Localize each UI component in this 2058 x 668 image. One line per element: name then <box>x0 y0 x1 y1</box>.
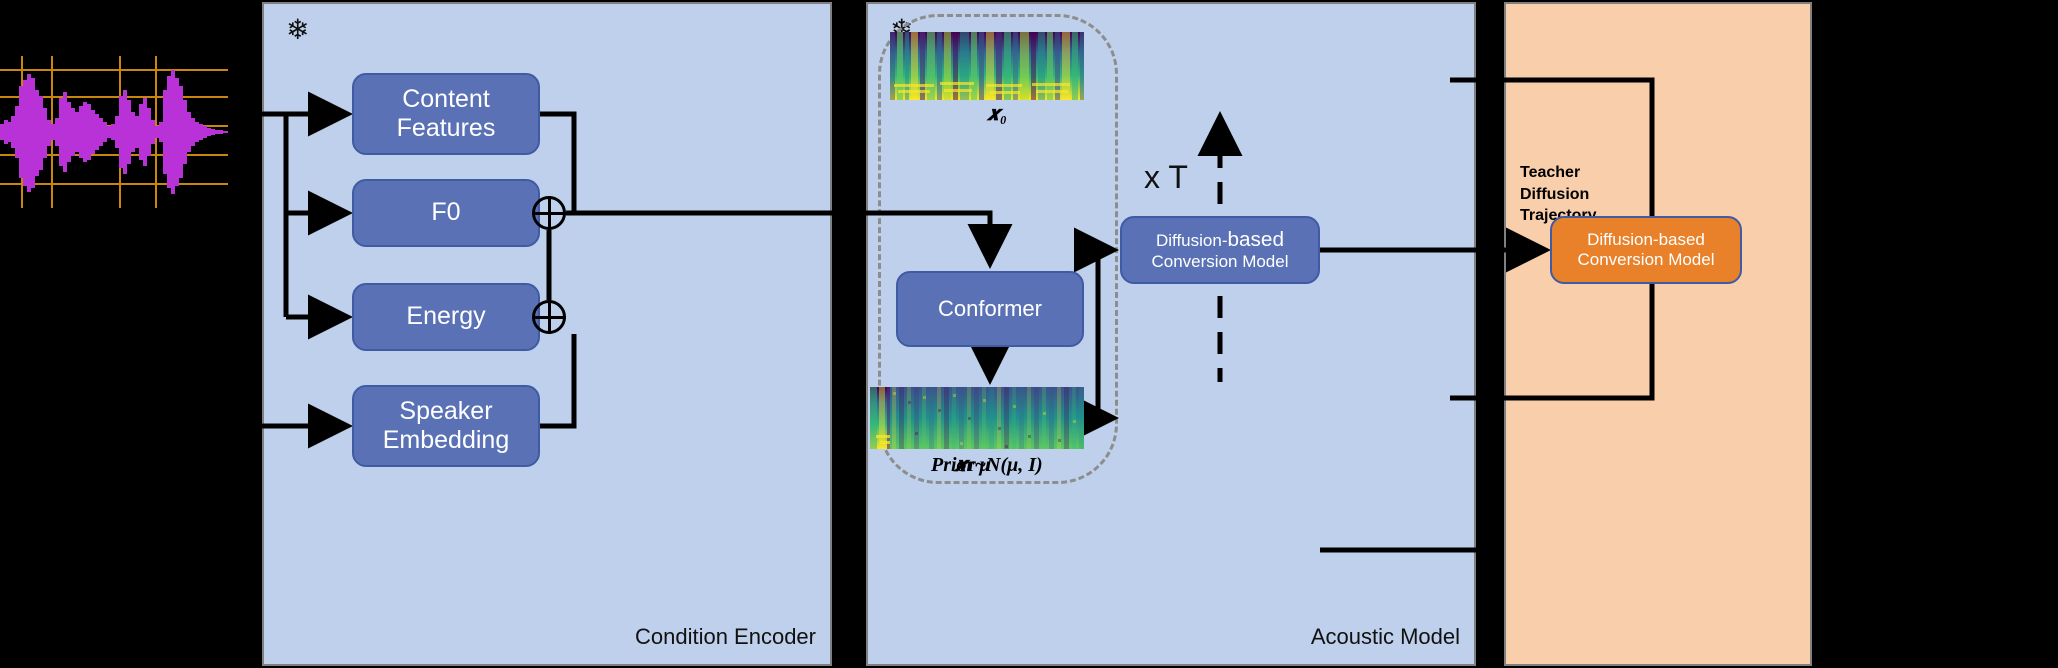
node-label-part2: based <box>1227 227 1284 251</box>
node-label-line2: Conversion Model <box>1151 252 1289 272</box>
panel-acoustic-model: ❄ 𝒙₀ x T Conformer Diffusion-based Conve… <box>864 2 1480 666</box>
node-label: Conformer <box>938 296 1042 322</box>
add-operator-1 <box>532 196 566 230</box>
panel-caption-condition-encoder: Condition Encoder <box>634 624 816 649</box>
wire-speaker-to-sum2 <box>540 334 577 429</box>
node-label: Diffusion-based Conversion Model <box>1151 228 1288 273</box>
node-label: Content Features <box>396 84 496 143</box>
teacher-label-line2: Diffusion <box>1520 185 1590 203</box>
teacher-connectors <box>1450 77 1655 401</box>
spectrogram-caption-x0: 𝒙₀ <box>987 103 1007 125</box>
node-label: F0 <box>431 198 461 227</box>
node-f0[interactable]: F0 <box>352 179 540 247</box>
panel-caption-acoustic-model: Acoustic Model <box>1310 624 1460 649</box>
node-teacher-diffusion-conversion-model[interactable]: Diffusion-based Conversion Model <box>1550 216 1742 284</box>
spectrogram-caption-xt: 𝒙ᴛ~N(μ, I) <box>954 454 1043 476</box>
node-content-features[interactable]: Content Features <box>352 73 540 155</box>
wire-xt-to-diffusion <box>1074 227 1119 418</box>
input-audio-waveform <box>0 56 228 208</box>
teacher-node-line1: Diffusion-based <box>1587 229 1705 249</box>
teacher-node-line2: Conversion Model <box>1577 250 1715 269</box>
node-speaker-embedding[interactable]: Speaker Embedding <box>352 385 540 467</box>
node-energy[interactable]: Energy <box>352 283 540 351</box>
repeat-count-label: x T <box>1144 159 1188 195</box>
panel-condition-encoder: ❄ Content Features F0 Energy Speaker Emb… <box>200 2 836 666</box>
node-label-part1: Diffusion- <box>1155 230 1228 250</box>
add-operator-2 <box>532 300 566 334</box>
snowflake-icon: ❄ <box>286 14 310 45</box>
wire-teacher-bottom-rail <box>1450 284 1655 401</box>
node-diffusion-conversion-model[interactable]: Diffusion-based Conversion Model <box>1120 216 1320 284</box>
waveform-plot <box>0 56 228 208</box>
wire-condition-into-conformer <box>864 210 1013 269</box>
spectrogram-x0 <box>890 32 1084 100</box>
figure-canvas: ❄ Content Features F0 Energy Speaker Emb… <box>0 0 2058 668</box>
node-label: Speaker Embedding <box>382 396 510 455</box>
node-label: Energy <box>406 302 486 331</box>
teacher-label-line1: Teacher <box>1520 164 1581 181</box>
node-label: Diffusion-based Conversion Model <box>1577 230 1714 270</box>
spectrogram-xt <box>890 387 1084 449</box>
panel-teacher-trajectory: Teacher Diffusion Trajectory Diffusion-b… <box>1450 2 1812 666</box>
node-conformer[interactable]: Conformer <box>896 271 1084 347</box>
condition-encoder-connectors <box>200 91 836 449</box>
